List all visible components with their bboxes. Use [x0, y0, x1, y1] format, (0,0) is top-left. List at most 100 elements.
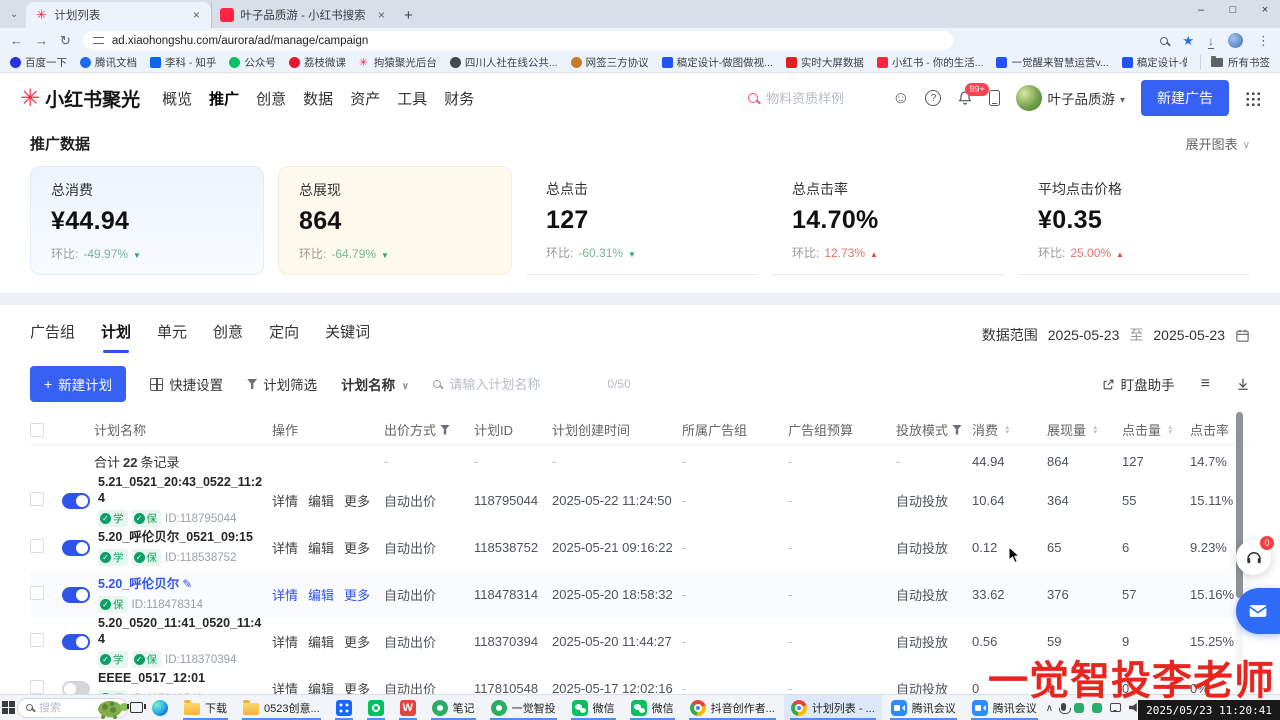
bookmark-item[interactable]: 四川人社在线公共...	[450, 55, 558, 70]
taskbar-app[interactable]: 计划列表 - ...	[784, 695, 882, 720]
table-row[interactable]: 5.21_0521_20:43_0522_11:24学保ID:118795044…	[30, 477, 1250, 524]
bookmark-item[interactable]: 荔枝微课	[289, 55, 346, 70]
bookmark-star-icon[interactable]	[1182, 33, 1194, 49]
back-icon[interactable]	[10, 33, 23, 48]
plan-name[interactable]: EEEE_0517_12:01	[98, 670, 205, 686]
taskbar-app[interactable]: 腾讯会议	[884, 695, 963, 720]
window-close-icon[interactable]	[1258, 4, 1272, 16]
stat-card[interactable]: 总展现864环比:-64.79%	[278, 166, 512, 275]
column-header[interactable]: 点击率	[1190, 420, 1236, 439]
tab-close-icon[interactable]	[374, 8, 388, 22]
plan-name[interactable]: 5.21_0521_20:43_0522_11:24	[98, 474, 266, 507]
row-action[interactable]: 详情	[272, 491, 298, 510]
tab-plan[interactable]: 计划	[101, 321, 131, 353]
bookmark-item[interactable]: 腾讯文档	[80, 55, 137, 70]
new-tab-button[interactable]	[396, 3, 420, 27]
all-bookmarks[interactable]: 所有书签	[1200, 55, 1270, 70]
row-action[interactable]: 编辑	[308, 491, 334, 510]
plan-toggle[interactable]	[62, 587, 90, 603]
nav-item[interactable]: 推广	[209, 88, 239, 109]
tab-2[interactable]: 单元	[157, 321, 187, 353]
row-action[interactable]: 编辑	[308, 585, 334, 604]
sort-icon[interactable]	[1167, 425, 1173, 435]
bookmark-item[interactable]: 李科 - 知乎	[150, 55, 216, 70]
row-action[interactable]: 更多	[344, 538, 370, 557]
downloads-icon[interactable]	[1208, 33, 1214, 48]
expand-chart-button[interactable]: 展开图表	[1186, 134, 1250, 153]
notifications-icon[interactable]: 99+	[957, 90, 973, 106]
quick-settings-button[interactable]: 快捷设置	[150, 374, 223, 394]
bookmark-item[interactable]: 网签三方协议	[571, 55, 649, 70]
column-header[interactable]: 计划名称	[62, 420, 272, 439]
column-header[interactable]: 投放模式	[896, 420, 972, 439]
search-field-select[interactable]: 计划名称	[341, 374, 409, 394]
window-minimize-icon[interactable]	[1194, 4, 1208, 16]
tab-0[interactable]: 广告组	[30, 321, 75, 353]
start-button[interactable]	[2, 695, 15, 720]
edit-name-icon[interactable]	[179, 577, 192, 591]
taskbar-app[interactable]: 下载	[177, 695, 234, 720]
taskbar-app[interactable]: 0523创意...	[236, 695, 327, 720]
row-checkbox[interactable]	[30, 539, 44, 553]
plan-toggle[interactable]	[62, 540, 90, 556]
column-header[interactable]: 出价方式	[384, 420, 474, 439]
date-end[interactable]: 2025-05-23	[1153, 327, 1225, 343]
bookmark-item[interactable]: 实时大屏数据	[786, 55, 864, 70]
plan-toggle[interactable]	[62, 634, 90, 650]
bookmark-item[interactable]: 百度一下	[10, 55, 67, 70]
feedback-icon[interactable]	[892, 88, 909, 108]
header-search-input[interactable]	[766, 91, 876, 106]
plan-name[interactable]: 5.20_呼伦贝尔_0521_09:15	[98, 529, 253, 545]
taskbar-app[interactable]	[329, 695, 359, 720]
tab-5[interactable]: 关键词	[325, 321, 370, 353]
tab-search-icon[interactable]: ⌄	[4, 9, 26, 28]
nav-item[interactable]: 财务	[444, 88, 474, 109]
reload-icon[interactable]	[60, 33, 71, 49]
plan-search-input[interactable]	[449, 377, 599, 392]
column-header[interactable]: 消费	[972, 420, 1047, 439]
column-header[interactable]: 所属广告组	[682, 420, 788, 439]
column-header[interactable]: 点击量	[1122, 420, 1190, 439]
nav-item[interactable]: 概览	[162, 88, 192, 109]
site-settings-icon[interactable]	[93, 37, 104, 44]
forward-icon[interactable]	[35, 33, 48, 48]
browser-menu-icon[interactable]	[1257, 33, 1270, 49]
table-row[interactable]: 5.20_呼伦贝尔保ID:118478314详情编辑更多自动出价11847831…	[30, 571, 1250, 618]
bookmark-item[interactable]: 稿定设计-做图做视...	[1122, 55, 1187, 70]
column-header[interactable]: 展现量	[1047, 420, 1122, 439]
plan-toggle[interactable]	[62, 493, 90, 509]
sort-icon[interactable]	[1092, 425, 1098, 435]
taskbar-app[interactable]: 抖音创作者...	[683, 695, 782, 720]
date-start[interactable]: 2025-05-23	[1048, 327, 1120, 343]
bookmark-item[interactable]: 一觉醒来智慧运营v...	[996, 55, 1108, 70]
row-action[interactable]: 详情	[272, 585, 298, 604]
bookmark-item[interactable]: 小红书 - 你的生活...	[877, 55, 984, 70]
row-action[interactable]: 更多	[344, 632, 370, 651]
profile-icon[interactable]	[1228, 33, 1243, 48]
browser-tab[interactable]: 计划列表	[26, 2, 211, 28]
tab-close-icon[interactable]	[189, 8, 203, 22]
download-icon[interactable]	[1236, 377, 1250, 391]
column-settings-icon[interactable]	[1201, 375, 1210, 393]
taskbar-search[interactable]	[17, 698, 128, 718]
plan-name[interactable]: 5.20_呼伦贝尔	[98, 576, 203, 593]
filter-icon[interactable]	[440, 425, 450, 435]
row-checkbox[interactable]	[30, 492, 44, 506]
nav-item[interactable]: 工具	[397, 88, 427, 109]
tab-3[interactable]: 创意	[213, 321, 243, 353]
stat-card[interactable]: 平均点击价格¥0.35环比:25.00%	[1018, 166, 1250, 275]
new-ad-button[interactable]: 新建广告	[1141, 80, 1229, 116]
taskbar-app[interactable]: 微信	[565, 695, 622, 720]
bookmark-item[interactable]: 稿定设计-做图做视...	[662, 55, 773, 70]
taskbar-app[interactable]	[393, 695, 423, 720]
tab-4[interactable]: 定向	[269, 321, 299, 353]
column-header[interactable]: 计划创建时间	[552, 420, 682, 439]
stat-card[interactable]: 总点击127环比:-60.31%	[526, 166, 758, 275]
zoom-icon[interactable]	[1160, 37, 1168, 45]
help-icon[interactable]	[925, 90, 941, 106]
column-header[interactable]: 计划ID	[474, 420, 552, 439]
app-logo[interactable]: 小红书聚光	[20, 84, 140, 113]
plan-name[interactable]: 5.20_0520_11:41_0520_11:44	[98, 615, 266, 648]
monitor-assistant-button[interactable]: 盯盘助手	[1102, 374, 1175, 394]
taskbar-app[interactable]: 一觉智投	[484, 695, 563, 720]
